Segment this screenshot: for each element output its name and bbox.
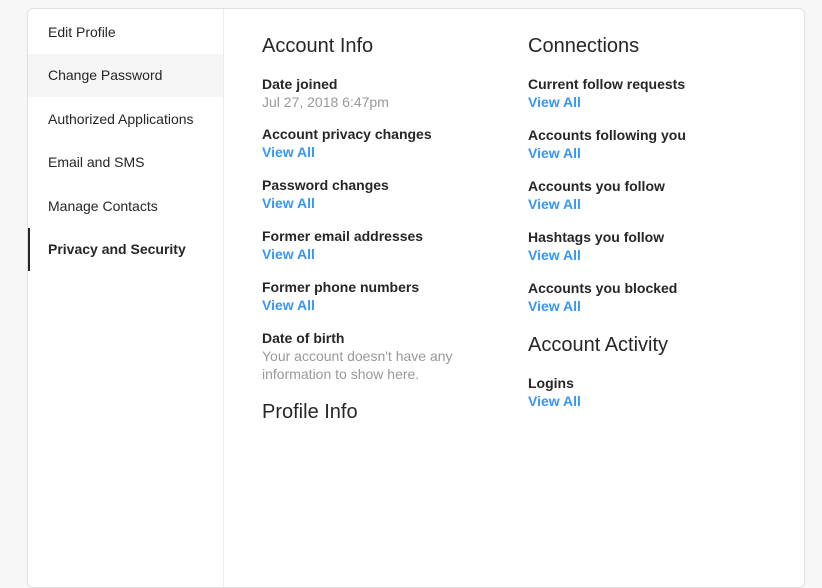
entry-date-of-birth: Date of birth Your account doesn't have … (262, 329, 512, 383)
view-all-link[interactable]: View All (262, 143, 315, 161)
sidebar-item-privacy-and-security[interactable]: Privacy and Security (28, 228, 223, 272)
entry-accounts-you-follow: Accounts you follow View All (528, 177, 778, 214)
entry-label: Former phone numbers (262, 278, 512, 296)
entry-label: Date joined (262, 75, 512, 93)
entry-account-privacy-changes: Account privacy changes View All (262, 125, 512, 162)
sidebar-item-email-and-sms[interactable]: Email and SMS (28, 141, 223, 185)
entry-label: Account privacy changes (262, 125, 512, 143)
sidebar-item-manage-contacts[interactable]: Manage Contacts (28, 184, 223, 228)
view-all-link[interactable]: View All (528, 195, 581, 213)
section-connections: Connections Current follow requests View… (528, 33, 778, 316)
view-all-link[interactable]: View All (528, 392, 581, 410)
entry-label: Hashtags you follow (528, 228, 778, 246)
entry-label: Password changes (262, 176, 512, 194)
entry-accounts-following-you: Accounts following you View All (528, 126, 778, 163)
column-connections: Connections Current follow requests View… (528, 33, 778, 587)
view-all-link[interactable]: View All (528, 246, 581, 264)
section-heading-account-info: Account Info (262, 33, 512, 59)
section-account-info: Account Info Date joined Jul 27, 2018 6:… (262, 33, 512, 383)
view-all-link[interactable]: View All (528, 144, 581, 162)
entry-password-changes: Password changes View All (262, 176, 512, 213)
sidebar-item-authorized-applications[interactable]: Authorized Applications (28, 97, 223, 141)
access-data-content: Account Info Date joined Jul 27, 2018 6:… (224, 9, 804, 587)
entry-label: Accounts following you (528, 126, 778, 144)
entry-label: Date of birth (262, 329, 512, 347)
entry-former-phone-numbers: Former phone numbers View All (262, 278, 512, 315)
entry-accounts-you-blocked: Accounts you blocked View All (528, 279, 778, 316)
section-heading-account-activity: Account Activity (528, 332, 778, 358)
section-heading-profile-info: Profile Info (262, 399, 512, 425)
section-profile-info: Profile Info (262, 399, 512, 425)
entry-former-email-addresses: Former email addresses View All (262, 227, 512, 264)
view-all-link[interactable]: View All (528, 93, 581, 111)
entry-hashtags-you-follow: Hashtags you follow View All (528, 228, 778, 265)
view-all-link[interactable]: View All (528, 297, 581, 315)
section-account-activity: Account Activity Logins View All (528, 332, 778, 411)
entry-value: Jul 27, 2018 6:47pm (262, 93, 512, 111)
sidebar-item-edit-profile[interactable]: Edit Profile (28, 10, 223, 54)
entry-label: Accounts you blocked (528, 279, 778, 297)
view-all-link[interactable]: View All (262, 245, 315, 263)
column-account-info: Account Info Date joined Jul 27, 2018 6:… (262, 33, 512, 587)
entry-label: Accounts you follow (528, 177, 778, 195)
section-heading-connections: Connections (528, 33, 778, 59)
sidebar-item-change-password[interactable]: Change Password (28, 54, 223, 98)
entry-value: Your account doesn't have any informatio… (262, 347, 512, 383)
view-all-link[interactable]: View All (262, 296, 315, 314)
entry-date-joined: Date joined Jul 27, 2018 6:47pm (262, 75, 512, 111)
view-all-link[interactable]: View All (262, 194, 315, 212)
settings-card: Edit Profile Change Password Authorized … (27, 8, 805, 588)
entry-label: Logins (528, 374, 778, 392)
entry-label: Former email addresses (262, 227, 512, 245)
entry-current-follow-requests: Current follow requests View All (528, 75, 778, 112)
entry-logins: Logins View All (528, 374, 778, 411)
settings-sidebar: Edit Profile Change Password Authorized … (28, 9, 224, 587)
entry-label: Current follow requests (528, 75, 778, 93)
